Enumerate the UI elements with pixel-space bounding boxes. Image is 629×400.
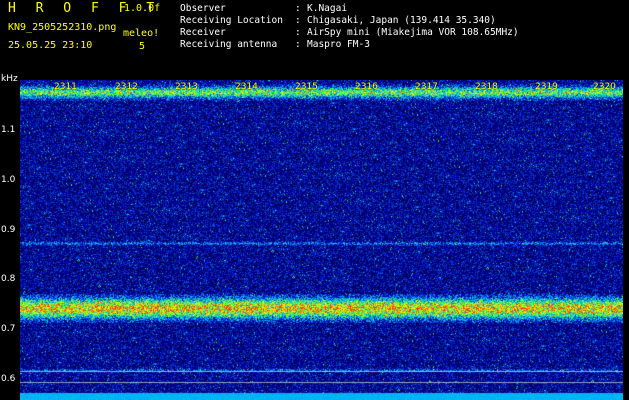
y-tick-label: 1.0 (1, 175, 16, 185)
time-label: 2316 (355, 82, 378, 92)
y-tick-label: 0.8 (1, 274, 16, 284)
filename-label: KN9_2505252310.png (8, 22, 117, 33)
y-tick-label: 0.6 (1, 374, 16, 384)
time-label: 2313 (175, 82, 198, 92)
info-separator: : (295, 15, 301, 26)
time-label: 2312 (115, 82, 138, 92)
time-label: 2311 (54, 82, 77, 92)
datetime-label: 25.05.25 23:10 (8, 40, 93, 51)
info-label-location: Receiving Location (180, 15, 283, 26)
info-label-antenna: Receiving antenna (180, 39, 278, 50)
info-value-location: Chigasaki, Japan (139.414 35.340) (307, 15, 496, 26)
time-label: 2319 (535, 82, 558, 92)
info-separator: : (295, 39, 301, 50)
y-axis-unit: kHz (1, 74, 18, 84)
info-separator: : (295, 3, 301, 14)
y-tick-label: 1.1 (1, 125, 16, 135)
y-tick-label: 0.9 (1, 225, 16, 235)
spectrogram-plot (20, 80, 623, 400)
meleo-label: meleo! (123, 28, 160, 39)
time-label: 2318 (475, 82, 498, 92)
info-label-receiver: Receiver (180, 27, 226, 38)
info-value-observer: K.Nagai (307, 3, 348, 14)
y-tick-label: 0.7 (1, 324, 16, 334)
meleo-count: 5 (139, 41, 146, 52)
info-separator: : (295, 27, 301, 38)
time-label: 2315 (295, 82, 318, 92)
info-value-antenna: Maspro FM-3 (307, 39, 370, 50)
time-label: 2317 (415, 82, 438, 92)
time-label: 2320 (593, 82, 616, 92)
version-label: 1.0.0f (124, 3, 161, 14)
info-value-receiver: AirSpy mini (Miakejima VOR 108.65MHz) (307, 27, 519, 38)
time-label: 2314 (235, 82, 258, 92)
info-label-observer: Observer (180, 3, 226, 14)
